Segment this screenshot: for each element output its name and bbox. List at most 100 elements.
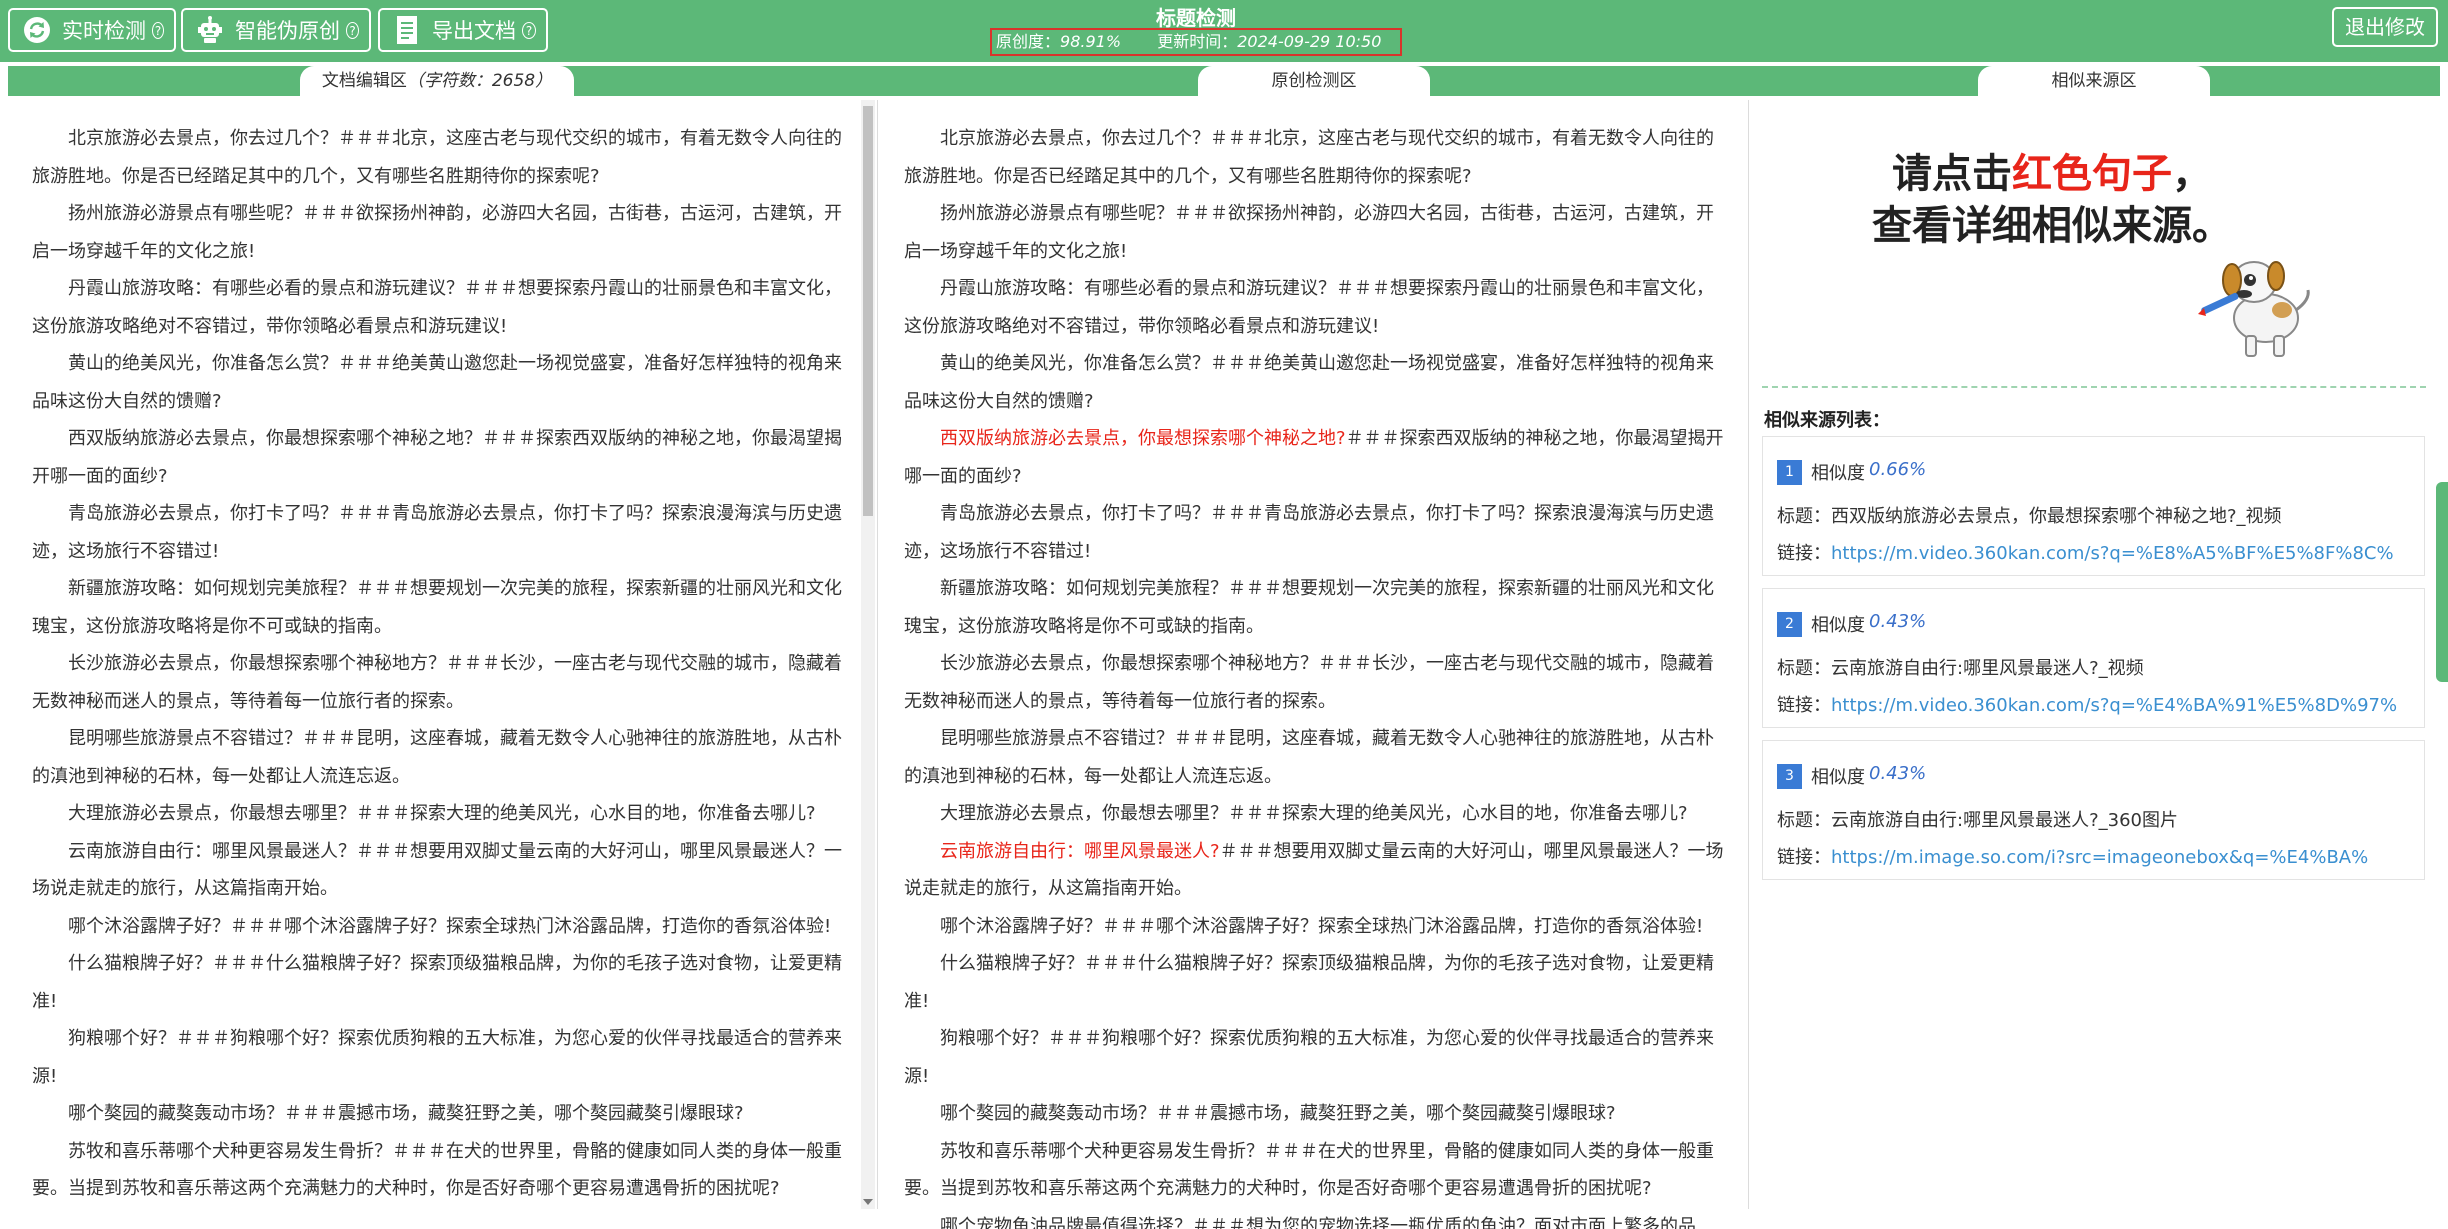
source-index-badge: 1 <box>1777 460 1802 485</box>
editor-paragraph[interactable]: 青岛旅游必去景点，你打卡了吗？＃＃＃青岛旅游必去景点，你打卡了吗？探索浪漫海滨与… <box>32 495 848 570</box>
editor-area-tab: 文档编辑区（字符数：2658） <box>300 66 574 96</box>
check-paragraph-text: 哪个宠物鱼油品牌最值得选择？＃＃＃想为您的宠物选择一瓶优质的鱼油？面对市面上繁多… <box>904 1216 1696 1229</box>
similar-source-card: 3 相似度0.43% 标题：云南旅游自由行:哪里风景最迷人?_360图片链接：htt… <box>1762 740 2425 880</box>
check-paragraph: 北京旅游必去景点，你去过几个？＃＃＃北京，这座古老与现代交织的城市，有着无数令人… <box>904 120 1728 195</box>
check-paragraph-text: 长沙旅游必去景点，你最想探索哪个神秘地方？＃＃＃长沙，一座古老与现代交融的城市，… <box>904 653 1714 712</box>
check-paragraph-text: 什么猫粮牌子好？＃＃＃什么猫粮牌子好？探索顶级猫粮品牌，为你的毛孩子选对食物，让… <box>904 953 1714 1012</box>
similarity-value: 0.43% <box>1869 763 1926 784</box>
check-paragraph: 丹霞山旅游攻略：有哪些必看的景点和游玩建议？＃＃＃想要探索丹霞山的壮丽景色和丰富… <box>904 270 1728 345</box>
prompt-text: 请点击 <box>1892 150 2012 197</box>
check-paragraph-text: 哪个獒园的藏獒轰动市场？＃＃＃震撼市场，藏獒狂野之美，哪个獒园藏獒引爆眼球? <box>940 1103 1616 1124</box>
scroll-down-arrow-icon[interactable] <box>863 1199 873 1205</box>
click-red-sentence-prompt: 请点击红色句子， 查看详细相似来源。 <box>1872 148 2232 252</box>
source-title-line: 标题：西双版纳旅游必去景点，你最想探索哪个神秘之地?_视频 <box>1777 502 2282 528</box>
page-title: 标题检测 <box>988 2 1404 31</box>
editor-scrollbar[interactable] <box>861 100 875 1209</box>
similarity-label: 相似度 <box>1811 459 1865 485</box>
editor-area-label: 文档编辑区 <box>322 71 407 91</box>
check-paragraph: 狗粮哪个好？＃＃＃狗粮哪个好？探索优质狗粮的五大标准，为您心爱的伙伴寻找最适合的… <box>904 1020 1728 1095</box>
check-paragraph: 青岛旅游必去景点，你打卡了吗？＃＃＃青岛旅游必去景点，你打卡了吗？探索浪漫海滨与… <box>904 495 1728 570</box>
source-title-label: 标题： <box>1777 506 1831 527</box>
similar-source-card: 1相似度0.66%标题：西双版纳旅游必去景点，你最想探索哪个神秘之地?_视频链接… <box>1762 436 2425 576</box>
originality-label: 原创度： <box>996 32 1060 51</box>
source-link-line: 链接：https://m.image.so.com/i?src=imageone… <box>1777 843 2368 869</box>
check-paragraph: 哪个宠物鱼油品牌最值得选择？＃＃＃想为您的宠物选择一瓶优质的鱼油？面对市面上繁多… <box>904 1208 1728 1229</box>
refresh-icon <box>22 14 52 46</box>
scrollbar-thumb[interactable] <box>863 106 873 516</box>
editor-paragraph[interactable]: 扬州旅游必游景点有哪些呢？＃＃＃欲探扬州神韵，必游四大名园，古街巷，古运河，古建… <box>32 195 848 270</box>
check-paragraph-text: 青岛旅游必去景点，你打卡了吗？＃＃＃青岛旅游必去景点，你打卡了吗？探索浪漫海滨与… <box>904 503 1714 562</box>
similar-source-tab: 相似来源区 <box>1978 66 2210 96</box>
check-paragraph: 西双版纳旅游必去景点，你最想探索哪个神秘之地?＃＃＃探索西双版纳的神秘之地，你最… <box>904 420 1728 495</box>
check-paragraph: 新疆旅游攻略：如何规划完美旅程？＃＃＃想要规划一次完美的旅程，探索新疆的壮丽风光… <box>904 570 1728 645</box>
source-index-badge: 2 <box>1777 612 1802 637</box>
editor-paragraph[interactable]: 西双版纳旅游必去景点，你最想探索哪个神秘之地？＃＃＃探索西双版纳的神秘之地，你最… <box>32 420 848 495</box>
check-paragraph-text: 黄山的绝美风光，你准备怎么赏？＃＃＃绝美黄山邀您赴一场视觉盛宴，准备好怎样独特的… <box>904 353 1714 412</box>
similar-source-list-label: 相似来源列表： <box>1764 406 1890 432</box>
help-icon[interactable]: ? <box>346 22 359 39</box>
smart-rewrite-label: 智能伪原创 <box>235 15 340 45</box>
source-title-line: 标题：云南旅游自由行:哪里风景最迷人?_360图片 <box>1777 806 2178 832</box>
originality-value: 98.91% <box>1060 32 1121 51</box>
editor-paragraph[interactable]: 北京旅游必去景点，你去过几个？＃＃＃北京，这座古老与现代交织的城市，有着无数令人… <box>32 120 848 195</box>
prompt-punct: ， <box>2172 150 2212 197</box>
robot-dog-mascot-icon <box>2196 250 2320 362</box>
pane-divider <box>1748 100 1749 1209</box>
editor-paragraph[interactable]: 云南旅游自由行：哪里风景最迷人？＃＃＃想要用双脚丈量云南的大好河山，哪里风景最迷… <box>32 833 848 908</box>
source-title-line: 标题：云南旅游自由行:哪里风景最迷人?_视频 <box>1777 654 2144 680</box>
help-icon[interactable]: ? <box>522 22 536 39</box>
editor-paragraph[interactable]: 什么猫粮牌子好？＃＃＃什么猫粮牌子好？探索顶级猫粮品牌，为你的毛孩子选对食物，让… <box>32 945 848 1020</box>
editor-paragraph[interactable]: 狗粮哪个好？＃＃＃狗粮哪个好？探索优质狗粮的五大标准，为您心爱的伙伴寻找最适合的… <box>32 1020 848 1095</box>
check-paragraph: 黄山的绝美风光，你准备怎么赏？＃＃＃绝美黄山邀您赴一场视觉盛宴，准备好怎样独特的… <box>904 345 1728 420</box>
editor-paragraph[interactable]: 黄山的绝美风光，你准备怎么赏？＃＃＃绝美黄山邀您赴一场视觉盛宴，准备好怎样独特的… <box>32 345 848 420</box>
export-document-label: 导出文档 <box>432 15 516 45</box>
source-link[interactable]: https://m.video.360kan.com/s?q=%E8%A5%BF… <box>1831 543 2394 564</box>
side-handle[interactable] <box>2436 482 2448 682</box>
realtime-check-button[interactable]: 实时检测 ? <box>8 8 176 52</box>
similar-sentence-link[interactable]: 西双版纳旅游必去景点，你最想探索哪个神秘之地? <box>940 428 1346 449</box>
similar-source-card: 2相似度0.43%标题：云南旅游自由行:哪里风景最迷人?_视频链接：https:… <box>1762 588 2425 728</box>
update-time-label: 更新时间： <box>1157 32 1237 51</box>
export-document-button[interactable]: 导出文档 ? <box>378 8 548 52</box>
source-index-badge: 3 <box>1777 764 1802 789</box>
source-link[interactable]: https://m.video.360kan.com/s?q=%E4%BA%91… <box>1831 695 2397 716</box>
source-title-label: 标题： <box>1777 658 1831 679</box>
pane-divider <box>877 100 878 1209</box>
editor-paragraph[interactable]: 昆明哪些旅游景点不容错过？＃＃＃昆明，这座春城，藏着无数令人心驰神往的旅游胜地，… <box>32 720 848 795</box>
editor-paragraph[interactable]: 长沙旅游必去景点，你最想探索哪个神秘地方？＃＃＃长沙，一座古老与现代交融的城市，… <box>32 645 848 720</box>
source-link-label: 链接： <box>1777 695 1831 716</box>
originality-check-label: 原创检测区 <box>1272 71 1357 91</box>
realtime-check-label: 实时检测 <box>62 15 146 45</box>
check-paragraph-text: 昆明哪些旅游景点不容错过？＃＃＃昆明，这座春城，藏着无数令人心驰神往的旅游胜地，… <box>904 728 1714 787</box>
editor-paragraph[interactable]: 哪个獒园的藏獒轰动市场？＃＃＃震撼市场，藏獒狂野之美，哪个獒园藏獒引爆眼球? <box>32 1095 848 1133</box>
source-link-line: 链接：https://m.video.360kan.com/s?q=%E4%BA… <box>1777 691 2397 717</box>
editor-paragraph[interactable]: 新疆旅游攻略：如何规划完美旅程？＃＃＃想要规划一次完美的旅程，探索新疆的壮丽风光… <box>32 570 848 645</box>
document-editor[interactable]: 北京旅游必去景点，你去过几个？＃＃＃北京，这座古老与现代交织的城市，有着无数令人… <box>32 120 848 1229</box>
source-title: 云南旅游自由行:哪里风景最迷人?_360图片 <box>1831 810 2178 831</box>
source-title: 西双版纳旅游必去景点，你最想探索哪个神秘之地?_视频 <box>1831 506 2282 527</box>
similarity-label: 相似度 <box>1811 611 1865 637</box>
check-paragraph: 扬州旅游必游景点有哪些呢？＃＃＃欲探扬州神韵，必游四大名园，古街巷，古运河，古建… <box>904 195 1728 270</box>
check-paragraph-text: 哪个沐浴露牌子好？＃＃＃哪个沐浴露牌子好？探索全球热门沐浴露品牌，打造你的香氛浴… <box>940 916 1703 937</box>
originality-summary: 原创度：98.91% 更新时间：2024-09-29 10:50 <box>990 28 1402 56</box>
detection-header: 标题检测 原创度：98.91% 更新时间：2024-09-29 10:50 <box>988 0 1404 62</box>
exit-edit-button[interactable]: 退出修改 <box>2332 7 2438 47</box>
smart-rewrite-button[interactable]: 智能伪原创 ? <box>181 8 371 52</box>
help-icon[interactable]: ? <box>152 22 164 39</box>
editor-paragraph[interactable]: 丹霞山旅游攻略：有哪些必看的景点和游玩建议？＃＃＃想要探索丹霞山的壮丽景色和丰富… <box>32 270 848 345</box>
check-paragraph-text: 大理旅游必去景点，你最想去哪里？＃＃＃探索大理的绝美风光，心水目的地，你准备去哪… <box>940 803 1688 824</box>
check-paragraph: 哪个獒园的藏獒轰动市场？＃＃＃震撼市场，藏獒狂野之美，哪个獒园藏獒引爆眼球? <box>904 1095 1728 1133</box>
editor-paragraph[interactable]: 哪个沐浴露牌子好？＃＃＃哪个沐浴露牌子好？探索全球热门沐浴露品牌，打造你的香氛浴… <box>32 908 848 946</box>
editor-paragraph[interactable]: 苏牧和喜乐蒂哪个犬种更容易发生骨折？＃＃＃在犬的世界里，骨骼的健康如同人类的身体… <box>32 1133 848 1208</box>
source-link-line: 链接：https://m.video.360kan.com/s?q=%E8%A5… <box>1777 539 2394 565</box>
similar-sentence-link[interactable]: 云南旅游自由行：哪里风景最迷人? <box>940 841 1220 862</box>
similarity-label: 相似度 <box>1811 763 1865 789</box>
check-paragraph: 什么猫粮牌子好？＃＃＃什么猫粮牌子好？探索顶级猫粮品牌，为你的毛孩子选对食物，让… <box>904 945 1728 1020</box>
check-paragraph-text: 新疆旅游攻略：如何规划完美旅程？＃＃＃想要规划一次完美的旅程，探索新疆的壮丽风光… <box>904 578 1714 637</box>
source-link[interactable]: https://m.image.so.com/i?src=imageonebox… <box>1831 847 2368 868</box>
prompt-text-line2: 查看详细相似来源。 <box>1872 200 2232 252</box>
source-title: 云南旅游自由行:哪里风景最迷人?_视频 <box>1831 658 2144 679</box>
editor-paragraph[interactable]: 大理旅游必去景点，你最想去哪里？＃＃＃探索大理的绝美风光，心水目的地，你准备去哪… <box>32 795 848 833</box>
section-divider <box>1762 386 2426 388</box>
check-paragraph: 云南旅游自由行：哪里风景最迷人?＃＃＃想要用双脚丈量云南的大好河山，哪里风景最迷… <box>904 833 1728 908</box>
